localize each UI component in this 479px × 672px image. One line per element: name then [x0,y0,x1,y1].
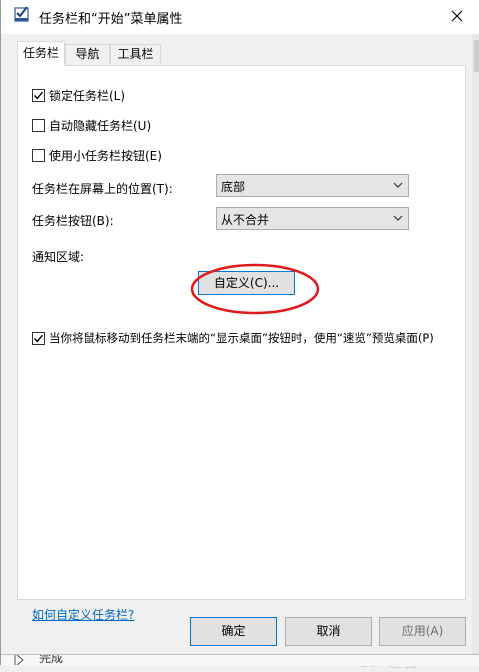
background-window-fragment: 完成 [1,654,479,666]
checkmark-icon [34,91,44,99]
taskbar-buttons-label: 任务栏按钮(B): [32,214,114,228]
small-buttons-checkbox[interactable] [32,148,45,162]
background-scrollbar-thumb[interactable] [474,40,479,72]
peek-option[interactable]: 当你将鼠标移动到任务栏末端的“显示桌面”按钮时，使用“速览”预览桌面(P) [32,330,434,346]
auto-hide-checkbox[interactable] [32,118,45,132]
taskbar-tab-panel: 锁定任务栏(L) 自动隐藏任务栏(U) 使用小任务栏按钮(E) 任务栏在屏幕上的… [17,65,466,622]
title-bar[interactable]: 任务栏和“开始”菜单属性 [1,0,479,34]
background-scrollbar [472,34,479,665]
chevron-down-icon [393,182,403,188]
taskbar-buttons-select-value: 从不合并 [221,213,270,227]
small-buttons-label: 使用小任务栏按钮(E) [49,148,162,163]
lock-taskbar-option[interactable]: 锁定任务栏(L) [32,87,125,103]
apply-button[interactable]: 应用(A) [379,617,466,646]
tab-taskbar[interactable]: 任务栏 [17,41,65,66]
properties-dialog: 任务栏和“开始”菜单属性 任务栏 导航 工具栏 锁定任务栏(L) 自动隐藏任务栏… [0,0,479,671]
location-select[interactable]: 底部 [216,174,409,197]
chevron-down-icon [393,215,403,221]
background-window-text: 完成 [39,654,64,665]
location-select-value: 底部 [221,180,246,194]
close-button[interactable] [441,3,473,29]
peek-checkbox[interactable] [32,331,45,345]
tab-navigation-label: 导航 [75,47,100,61]
tab-navigation[interactable]: 导航 [65,44,110,64]
notification-area-label: 通知区域: [32,250,85,264]
play-icon [14,655,24,665]
lock-taskbar-label: 锁定任务栏(L) [49,88,126,103]
small-buttons-option[interactable]: 使用小任务栏按钮(E) [32,147,162,163]
dialog-client-area: 任务栏 导航 工具栏 锁定任务栏(L) 自动隐藏任务栏(U) 使用小任务栏按钮(… [1,34,479,671]
taskbar-buttons-select[interactable]: 从不合并 [216,207,409,230]
taskbar-properties-icon [14,6,29,22]
auto-hide-label: 自动隐藏任务栏(U) [49,118,152,133]
checkmark-icon [34,334,44,342]
customize-button[interactable]: 自定义(C)... [198,271,295,295]
cancel-button[interactable]: 取消 [285,617,372,646]
tab-taskbar-label: 任务栏 [22,46,59,60]
close-icon [451,10,463,22]
ok-button[interactable]: 确定 [190,617,277,646]
location-label: 任务栏在屏幕上的位置(T): [32,182,173,196]
peek-label: 当你将鼠标移动到任务栏末端的“显示桌面”按钮时，使用“速览”预览桌面(P) [49,331,434,345]
window-title: 任务栏和“开始”菜单属性 [39,12,183,27]
auto-hide-option[interactable]: 自动隐藏任务栏(U) [32,117,151,133]
help-link[interactable]: 如何自定义任务栏? [32,606,134,623]
tab-toolbars-label: 工具栏 [117,47,154,61]
lock-taskbar-checkbox[interactable] [32,88,45,102]
tab-toolbars[interactable]: 工具栏 [110,44,161,64]
